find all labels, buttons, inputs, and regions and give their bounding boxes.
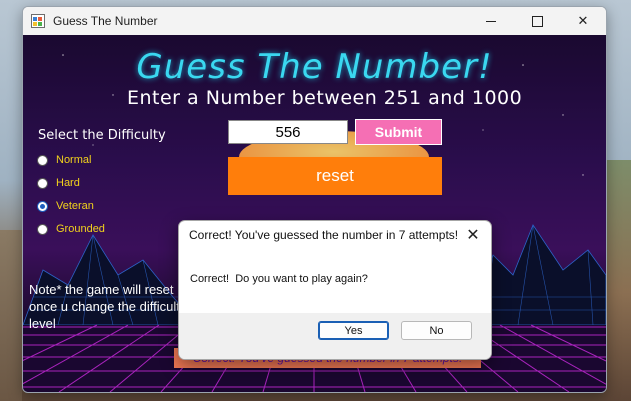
yes-button[interactable]: Yes bbox=[318, 321, 389, 340]
desktop-background-right bbox=[603, 160, 631, 401]
radio-icon bbox=[37, 154, 48, 166]
maximize-icon bbox=[531, 15, 543, 27]
title-bar[interactable]: Guess The Number ✕ bbox=[23, 7, 606, 35]
radio-icon bbox=[37, 223, 48, 235]
difficulty-option-label: Normal bbox=[56, 154, 92, 166]
difficulty-option-label: Grounded bbox=[56, 223, 105, 235]
dialog-close-button[interactable]: ✕ bbox=[461, 224, 485, 246]
desktop-background-left bbox=[0, 230, 22, 401]
app-form-icon bbox=[31, 14, 45, 28]
dialog-title: Correct! You've guessed the number in 7 … bbox=[189, 228, 459, 242]
difficulty-option-label: Hard bbox=[56, 177, 80, 189]
minimize-icon bbox=[486, 20, 496, 22]
dialog-message: Correct! Do you want to play again? bbox=[190, 273, 368, 285]
window-title: Guess The Number bbox=[53, 14, 158, 28]
close-icon: ✕ bbox=[466, 227, 480, 244]
no-button[interactable]: No bbox=[401, 321, 472, 340]
dialog-button-bar: Yes No bbox=[179, 313, 491, 359]
minimize-button[interactable] bbox=[468, 7, 514, 35]
difficulty-note: Note* the game will reset once u change … bbox=[29, 282, 187, 331]
difficulty-label: Select the Difficulty bbox=[38, 128, 166, 143]
game-area: Guess The Number! Enter a Number between… bbox=[23, 35, 606, 392]
close-button[interactable]: ✕ bbox=[560, 7, 606, 35]
instruction-text: Enter a Number between 251 and 1000 bbox=[127, 87, 523, 109]
difficulty-option-label: Veteran bbox=[56, 200, 94, 212]
close-icon: ✕ bbox=[577, 13, 589, 28]
game-heading: Guess The Number! bbox=[136, 47, 493, 87]
difficulty-option-grounded[interactable]: Grounded bbox=[37, 223, 105, 235]
difficulty-option-normal[interactable]: Normal bbox=[37, 154, 91, 166]
reset-button[interactable]: reset bbox=[228, 157, 442, 195]
guess-input[interactable] bbox=[228, 120, 348, 144]
maximize-button[interactable] bbox=[514, 7, 560, 35]
message-dialog: Correct! You've guessed the number in 7 … bbox=[178, 220, 492, 360]
app-window: Guess The Number ✕ Guess The Number! Ent… bbox=[22, 6, 607, 393]
radio-icon bbox=[37, 177, 48, 189]
submit-button[interactable]: Submit bbox=[355, 119, 442, 145]
radio-selected-icon bbox=[37, 200, 48, 212]
difficulty-option-hard[interactable]: Hard bbox=[37, 177, 80, 189]
difficulty-option-veteran[interactable]: Veteran bbox=[37, 200, 94, 212]
